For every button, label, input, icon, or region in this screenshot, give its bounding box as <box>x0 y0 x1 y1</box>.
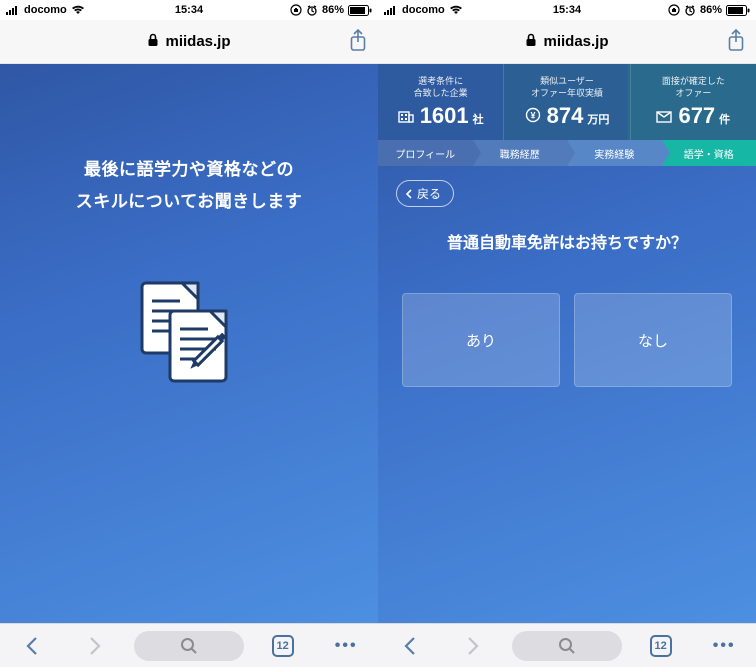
wifi-icon <box>449 5 463 15</box>
nav-back-button[interactable] <box>7 636 57 656</box>
step-profile[interactable]: プロフィール <box>378 140 473 166</box>
share-button[interactable] <box>726 28 746 59</box>
back-label: 戻る <box>417 185 441 202</box>
stat-unit: 万円 <box>587 111 609 127</box>
stats-strip: 選考条件に合致した企業 1601 社 類似ユーザーオファー年収実績 ¥ 874 … <box>378 64 756 140</box>
svg-text:¥: ¥ <box>530 111 535 121</box>
stat-offer-income: 類似ユーザーオファー年収実績 ¥ 874 万円 <box>504 64 630 140</box>
nav-forward-button[interactable] <box>70 636 120 656</box>
nav-back-button[interactable] <box>385 636 435 656</box>
stat-value: 874 <box>547 103 584 129</box>
mail-icon <box>656 110 672 128</box>
signal-icon <box>6 5 20 15</box>
more-button[interactable]: ••• <box>321 637 371 655</box>
share-button[interactable] <box>348 28 368 59</box>
tabs-button[interactable]: 12 <box>258 635 308 657</box>
stat-label: 選考条件に <box>418 76 463 86</box>
battery-pct: 86% <box>322 4 344 16</box>
url-domain: miidas.jp <box>543 33 608 50</box>
alarm-icon <box>306 4 318 16</box>
signal-icon <box>384 5 398 15</box>
search-icon <box>558 637 576 655</box>
stat-label: 類似ユーザー <box>540 76 594 86</box>
stat-confirmed-offers: 面接が確定したオファー 677 件 <box>631 64 756 140</box>
rotation-lock-icon <box>668 4 680 16</box>
lock-icon <box>525 33 537 51</box>
browser-toolbar: 12 ••• <box>0 623 378 667</box>
status-bar: 15:34 docomo 86% <box>378 0 756 20</box>
battery-icon <box>348 5 372 16</box>
lock-icon <box>147 33 159 51</box>
stat-label: 面接が確定した <box>662 76 725 86</box>
stat-label: オファー年収実績 <box>531 88 603 98</box>
intro-heading: 最後に語学力や資格などの スキルについてお聞きします <box>0 154 378 219</box>
stat-label: 合致した企業 <box>414 88 468 98</box>
stat-unit: 件 <box>719 111 730 127</box>
question-text: 普通自動車免許はお持ちですか？ <box>396 229 738 253</box>
choice-yes[interactable]: あり <box>402 293 560 387</box>
choice-no[interactable]: なし <box>574 293 732 387</box>
app-content: 選考条件に合致した企業 1601 社 類似ユーザーオファー年収実績 ¥ 874 … <box>378 64 756 623</box>
search-button[interactable] <box>512 631 622 661</box>
step-language-license[interactable]: 語学・資格 <box>662 140 756 166</box>
tabs-count: 12 <box>650 635 672 657</box>
url-domain: miidas.jp <box>165 33 230 50</box>
nav-forward-button[interactable] <box>448 636 498 656</box>
back-button[interactable]: 戻る <box>396 180 454 207</box>
step-experience[interactable]: 実務経験 <box>567 140 662 166</box>
progress-steps: プロフィール 職務経歴 実務経験 語学・資格 <box>378 140 756 166</box>
building-icon <box>398 109 414 128</box>
intro-line2: スキルについてお聞きします <box>76 192 302 211</box>
browser-toolbar: 12 ••• <box>378 623 756 667</box>
alarm-icon <box>684 4 696 16</box>
battery-icon <box>726 5 750 16</box>
stat-unit: 社 <box>473 111 484 127</box>
intro-line1: 最後に語学力や資格などの <box>84 160 294 179</box>
phone-right: 15:34 docomo 86% miidas.jp <box>378 0 756 667</box>
stat-value: 677 <box>678 103 715 129</box>
choice-group: あり なし <box>396 293 738 387</box>
stat-label: オファー <box>675 88 711 98</box>
step-career[interactable]: 職務経歴 <box>473 140 568 166</box>
stat-matching-companies: 選考条件に合致した企業 1601 社 <box>378 64 504 140</box>
wifi-icon <box>71 5 85 15</box>
documents-icon <box>0 269 378 404</box>
browser-url-bar[interactable]: miidas.jp <box>378 20 756 64</box>
search-icon <box>180 637 198 655</box>
carrier-label: docomo <box>402 4 445 16</box>
stat-value: 1601 <box>420 103 469 129</box>
tabs-count: 12 <box>272 635 294 657</box>
yen-icon: ¥ <box>525 107 541 128</box>
carrier-label: docomo <box>24 4 67 16</box>
battery-pct: 86% <box>700 4 722 16</box>
rotation-lock-icon <box>290 4 302 16</box>
intro-splash: 最後に語学力や資格などの スキルについてお聞きします <box>0 64 378 623</box>
status-bar: 15:34 docomo 86% <box>0 0 378 20</box>
browser-url-bar[interactable]: miidas.jp <box>0 20 378 64</box>
tabs-button[interactable]: 12 <box>636 635 686 657</box>
phone-left: 15:34 docomo 86% <box>0 0 378 667</box>
more-button[interactable]: ••• <box>699 637 749 655</box>
chevron-left-icon <box>405 189 413 199</box>
search-button[interactable] <box>134 631 244 661</box>
